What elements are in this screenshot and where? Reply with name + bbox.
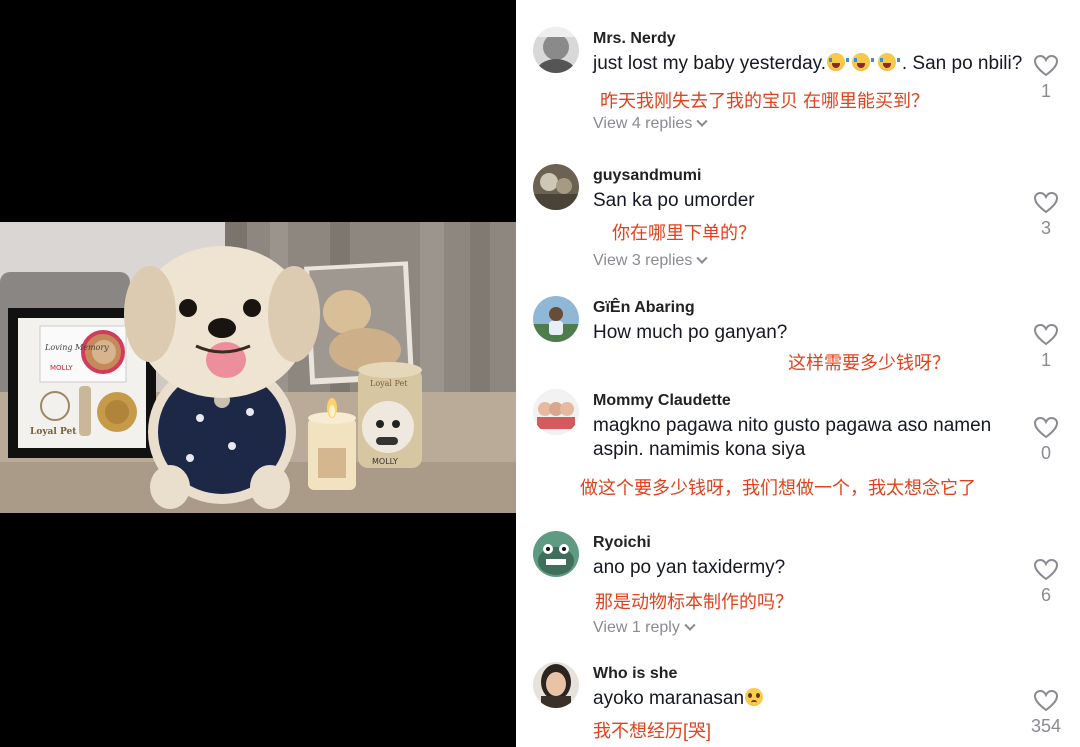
chevron-down-icon [696, 115, 708, 127]
comment-username[interactable]: GïÊn Abaring [593, 299, 695, 317]
chevron-down-icon [696, 252, 708, 264]
comment-translation: 这样需要多少钱呀？ [788, 353, 950, 373]
loudly-crying-face-emoji [827, 53, 850, 71]
loudly-crying-face-emoji [852, 53, 875, 71]
user-avatar[interactable] [533, 389, 579, 435]
jar-brand-text: Loyal Pet [370, 379, 408, 388]
heart-icon[interactable] [1034, 417, 1058, 439]
user-avatar[interactable] [533, 531, 579, 577]
media-panel: Loving Memory MOLLY Loyal Pet Loyal Pet … [0, 0, 516, 747]
comment-text-end: . San po nbili? [901, 53, 1023, 74]
like-count: 6 [1040, 585, 1051, 605]
comment-translation: 昨天我刚失去了我的宝贝 在哪里能买到？ [600, 91, 929, 111]
heart-icon[interactable] [1034, 690, 1058, 712]
view-replies-button[interactable]: View 1 reply [593, 619, 696, 637]
avatar-image [533, 296, 579, 342]
view-replies-label: View 4 replies [593, 115, 693, 132]
comment-text-start: ayoko maranasan [593, 688, 745, 709]
comment-text: ayoko maranasan [593, 687, 1033, 711]
view-replies-button[interactable]: View 3 replies [593, 252, 708, 270]
comment-list: Mrs. Nerdy just lost my baby yesterday. … [516, 0, 1080, 747]
pet-memorial-illustration: Loving Memory MOLLY Loyal Pet Loyal Pet … [0, 222, 516, 513]
heart-icon[interactable] [1034, 55, 1058, 77]
comment-text: just lost my baby yesterday. . San po nb… [593, 52, 1033, 76]
user-avatar[interactable] [533, 27, 579, 73]
comment-translation: 那是动物标本制作的吗？ [595, 592, 793, 612]
frame-brand-text: Loyal Pet [30, 427, 77, 437]
pet-memorial-photo[interactable]: Loving Memory MOLLY Loyal Pet Loyal Pet … [0, 222, 516, 513]
like-control: 354 [1016, 690, 1076, 737]
like-count: 1 [1040, 81, 1051, 101]
view-replies-button[interactable]: View 4 replies [593, 115, 708, 133]
user-avatar[interactable] [533, 296, 579, 342]
avatar-image [533, 164, 579, 210]
comment-username[interactable]: Ryoichi [593, 534, 651, 552]
jar-name-text: MOLLY [372, 457, 398, 466]
comment-translation: 我不想经历[哭] [593, 721, 712, 741]
comment-username[interactable]: Who is she [593, 665, 677, 683]
avatar-image [533, 389, 579, 435]
comment-text: ano po yan taxidermy? [593, 557, 786, 578]
like-count: 1 [1040, 350, 1051, 370]
like-control: 1 [1016, 324, 1076, 371]
loudly-crying-face-emoji [877, 53, 900, 71]
comment-translation: 你在哪里下单的？ [612, 223, 756, 243]
view-replies-label: View 1 reply [593, 619, 680, 636]
heart-icon[interactable] [1034, 192, 1058, 214]
chevron-down-icon [684, 619, 696, 631]
user-avatar[interactable] [533, 662, 579, 708]
comment-username[interactable]: guysandmumi [593, 167, 701, 185]
like-control: 0 [1016, 417, 1076, 464]
user-avatar[interactable] [533, 164, 579, 210]
pleading-face-emoji [745, 688, 764, 706]
comment-username[interactable]: Mrs. Nerdy [593, 30, 676, 48]
view-replies-label: View 3 replies [593, 252, 693, 269]
comment-username[interactable]: Mommy Claudette [593, 392, 731, 410]
avatar-image [533, 27, 579, 73]
memorial-jar: Loyal Pet MOLLY [358, 362, 422, 468]
avatar-image [533, 531, 579, 577]
heart-icon[interactable] [1034, 559, 1058, 581]
comment-text-start: just lost my baby yesterday. [593, 53, 827, 74]
like-count: 0 [1040, 443, 1051, 463]
comment-translation: 做这个要多少钱呀，我们想做一个，我太想念它了 [580, 478, 976, 498]
like-control: 1 [1016, 55, 1076, 102]
comment-text: San ka po umorder [593, 190, 755, 211]
comment-text: magkno pagawa nito gusto pagawa aso name… [593, 415, 992, 460]
heart-icon[interactable] [1034, 324, 1058, 346]
avatar-image [533, 662, 579, 708]
like-count: 354 [1030, 716, 1062, 736]
like-control: 6 [1016, 559, 1076, 606]
frame-name-text: MOLLY [50, 364, 73, 372]
comment-text: How much po ganyan? [593, 322, 788, 343]
like-control: 3 [1016, 192, 1076, 239]
like-count: 3 [1040, 218, 1051, 238]
frame-memory-text: Loving Memory [44, 343, 109, 352]
